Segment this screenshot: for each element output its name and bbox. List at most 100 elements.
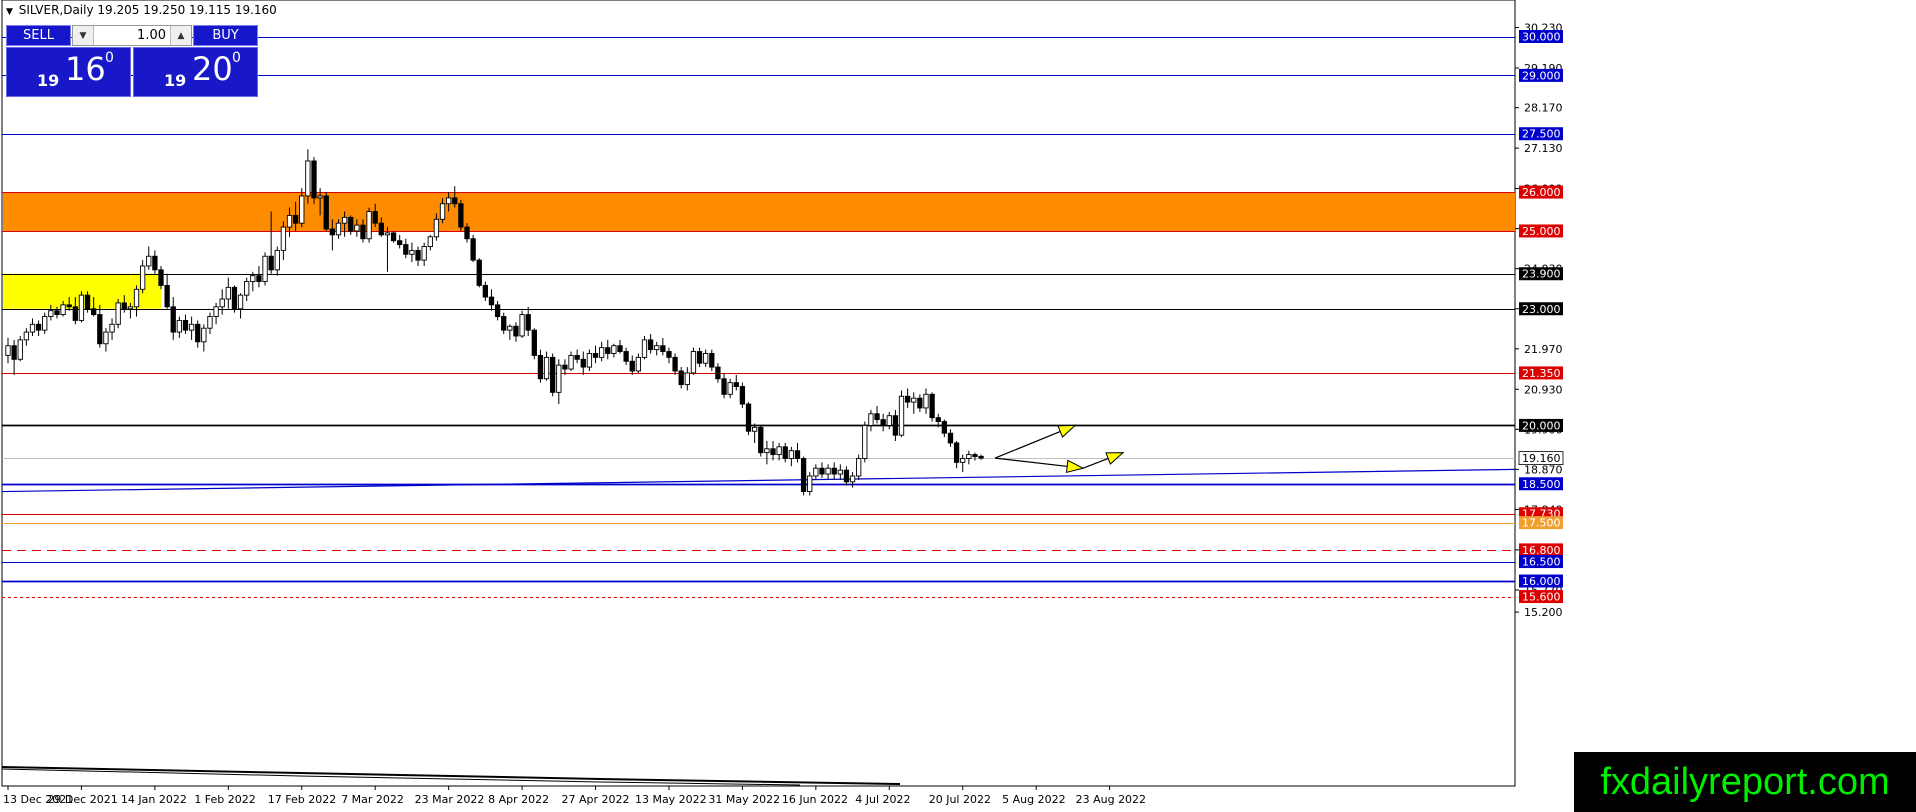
candle-body-bear	[525, 314, 531, 331]
candle-body-bull	[225, 286, 231, 300]
candle-body-bull	[507, 325, 513, 331]
candle-body-bear	[329, 228, 336, 236]
candle-body-bear	[470, 238, 476, 261]
candle-body-bull	[635, 356, 642, 372]
candle-body-bull	[60, 304, 66, 316]
candle-body-bear	[54, 310, 60, 316]
lot-size-value[interactable]: 1.00	[94, 28, 170, 43]
sell-button[interactable]: SELL	[6, 25, 71, 46]
candle-body-bull	[29, 323, 36, 333]
buy-price-box[interactable]: 19 20 0	[133, 47, 258, 97]
y-tick-label-9: 20.930	[1524, 383, 1563, 396]
candle-body-bull	[654, 345, 660, 351]
candle-body-bear	[715, 366, 721, 380]
candle-body-bear	[819, 467, 825, 475]
candle-body-bull	[837, 469, 843, 475]
candle-123	[758, 425, 764, 457]
candle-body-bear	[195, 323, 201, 343]
candle-body-bear	[929, 393, 935, 419]
candle-body-bull	[568, 354, 574, 370]
candle-body-bull	[78, 294, 85, 321]
candle-body-bear	[476, 259, 482, 286]
plot-border	[1, 0, 1516, 787]
candle-body-bear	[97, 314, 103, 345]
collapse-triangle-icon[interactable]: ▼	[6, 7, 13, 17]
candle-body-bull	[286, 214, 293, 228]
level-tag-label-15: 15.600	[1522, 591, 1561, 604]
x-tick-label-4: 17 Feb 2022	[268, 793, 336, 806]
candle-77	[476, 258, 482, 288]
candle-112	[690, 347, 697, 375]
candle-body-bear	[739, 386, 746, 405]
x-tick-label-3: 1 Feb 2022	[194, 793, 255, 806]
y-tick-label-11: 18.870	[1524, 463, 1563, 476]
x-tick-label-11: 16 Jun 2022	[782, 793, 848, 806]
candle-body-bull	[543, 356, 550, 380]
candle-body-bull	[764, 448, 770, 454]
x-tick-label-12: 4 Jul 2022	[855, 793, 910, 806]
buy-button[interactable]: BUY	[193, 25, 258, 46]
x-tick-label-13: 20 Jul 2022	[929, 793, 991, 806]
candle-body-bull	[788, 450, 795, 459]
candle-18	[115, 299, 121, 329]
candle-body-bull	[244, 281, 250, 296]
candle-body-bear	[941, 421, 948, 434]
candle-131	[807, 472, 813, 496]
x-tick-label-1: 29 Dec 2021	[47, 793, 117, 806]
candle-body-bear	[880, 419, 886, 426]
candle-body-bull	[17, 339, 23, 360]
level-tag-label-0: 30.000	[1522, 31, 1561, 44]
one-click-trading-panel: SELL ▼ 1.00 ▲ BUY 19 16 0 19 20 0	[6, 25, 258, 97]
candle-body-bull	[776, 446, 782, 456]
candle-body-bull	[813, 467, 819, 477]
candle-body-bear	[513, 325, 519, 337]
candle-body-bear	[592, 353, 599, 358]
lot-decrease-icon[interactable]: ▼	[73, 26, 94, 45]
y-tick-label-8: 21.970	[1524, 343, 1563, 356]
candle-body-bear	[917, 397, 923, 409]
price-chart: 30.23029.19028.17027.13026.09025.06024.0…	[1, 0, 1564, 806]
candle-body-bull	[23, 331, 30, 341]
level-tag-label-2: 27.500	[1522, 128, 1561, 141]
lot-increase-icon[interactable]: ▲	[170, 26, 191, 45]
candle-body-bull	[341, 216, 348, 224]
candle-body-bull	[439, 203, 446, 220]
candle-86	[531, 328, 537, 360]
candle-body-bear	[782, 446, 788, 459]
candle-body-bear	[647, 339, 654, 351]
candle-body-bear	[721, 378, 727, 395]
candle-body-bull	[519, 314, 525, 337]
candle-body-bear	[458, 203, 464, 228]
candle-body-bull	[42, 316, 48, 331]
candle-body-bear	[494, 304, 501, 317]
candle-body-bull	[280, 226, 287, 251]
candle-body-bull	[862, 424, 868, 459]
candle-37	[231, 285, 238, 313]
level-tag-label-13: 16.500	[1522, 556, 1561, 569]
candle-body-bear	[794, 450, 801, 459]
sell-price-box[interactable]: 19 16 0	[6, 47, 131, 97]
candle-body-bear	[623, 351, 629, 362]
candle-body-bull	[146, 255, 152, 267]
candle-body-bull	[317, 195, 323, 199]
lot-size-field[interactable]: ▼ 1.00 ▲	[72, 25, 192, 46]
candle-body-bear	[843, 469, 850, 483]
candle-body-bull	[133, 288, 140, 308]
candle-body-bear	[164, 284, 170, 308]
candle-body-bull	[103, 331, 109, 345]
candle-body-bear	[574, 354, 580, 360]
sell-price-fraction: 0	[105, 50, 114, 66]
candle-body-bear	[66, 304, 72, 308]
candle-body-bull	[966, 454, 972, 459]
symbol-label: SILVER,Daily	[18, 3, 94, 17]
candle-body-bear	[231, 286, 238, 310]
y-axis: 30.23029.19028.17027.13026.09025.06024.0…	[1515, 22, 1564, 619]
candle-body-bear	[348, 216, 354, 232]
candle-74	[458, 199, 464, 231]
candle-body-bull	[598, 347, 605, 358]
candle-body-bear	[537, 354, 544, 380]
y-tick-label-15: 15.200	[1524, 606, 1563, 619]
candle-130	[800, 456, 807, 496]
candle-104	[641, 335, 648, 360]
x-tick-label-7: 8 Apr 2022	[488, 793, 549, 806]
